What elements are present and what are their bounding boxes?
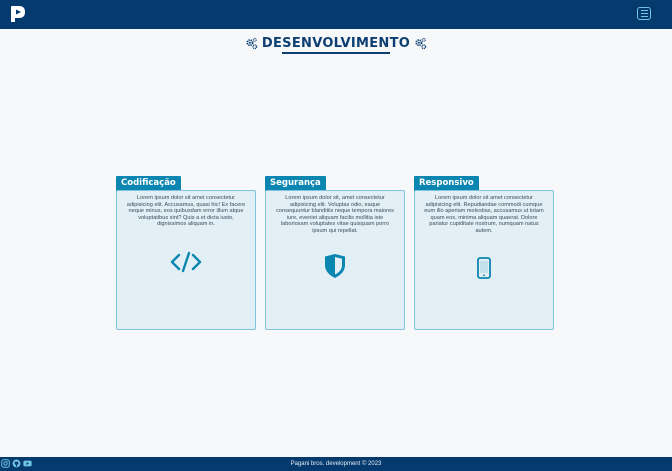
menu-line (640, 12, 648, 15)
card-description: Lorem ipsum dolor sit, amet consectetur … (276, 195, 394, 234)
copyright-text: Pagani bros. development © 2023 (290, 461, 382, 467)
feature-card-responsivo: Lorem ipsum dolor sit amet consectetur a… (414, 190, 554, 330)
feature-card-codificacao: Lorem ipsum dolor sit amet consectetur a… (116, 190, 256, 330)
gears-icon (415, 37, 427, 49)
top-navbar (0, 0, 672, 29)
logo-icon[interactable] (8, 4, 28, 24)
section-header: DESENVOLVIMENTO (0, 34, 672, 54)
card-title-responsivo: Responsivo (414, 176, 479, 191)
gears-icon (246, 37, 258, 49)
smartphone-icon (477, 257, 491, 279)
section-title: DESENVOLVIMENTO (261, 35, 411, 54)
footer: Pagani bros. development © 2023 (0, 457, 672, 471)
hamburger-menu-button[interactable] (637, 7, 651, 20)
card-description: Lorem ipsum dolor sit amet consectetur a… (126, 195, 246, 228)
menu-line (640, 15, 648, 17)
card-description: Lorem ipsum dolor sit amet consectetur a… (424, 195, 544, 234)
card-title-seguranca: Segurança (265, 176, 326, 191)
card-title-codificacao: Codificação (116, 176, 181, 191)
code-icon (170, 251, 202, 273)
menu-line (640, 10, 648, 12)
shield-icon (325, 254, 345, 278)
feature-card-seguranca: Lorem ipsum dolor sit, amet consectetur … (265, 190, 405, 330)
